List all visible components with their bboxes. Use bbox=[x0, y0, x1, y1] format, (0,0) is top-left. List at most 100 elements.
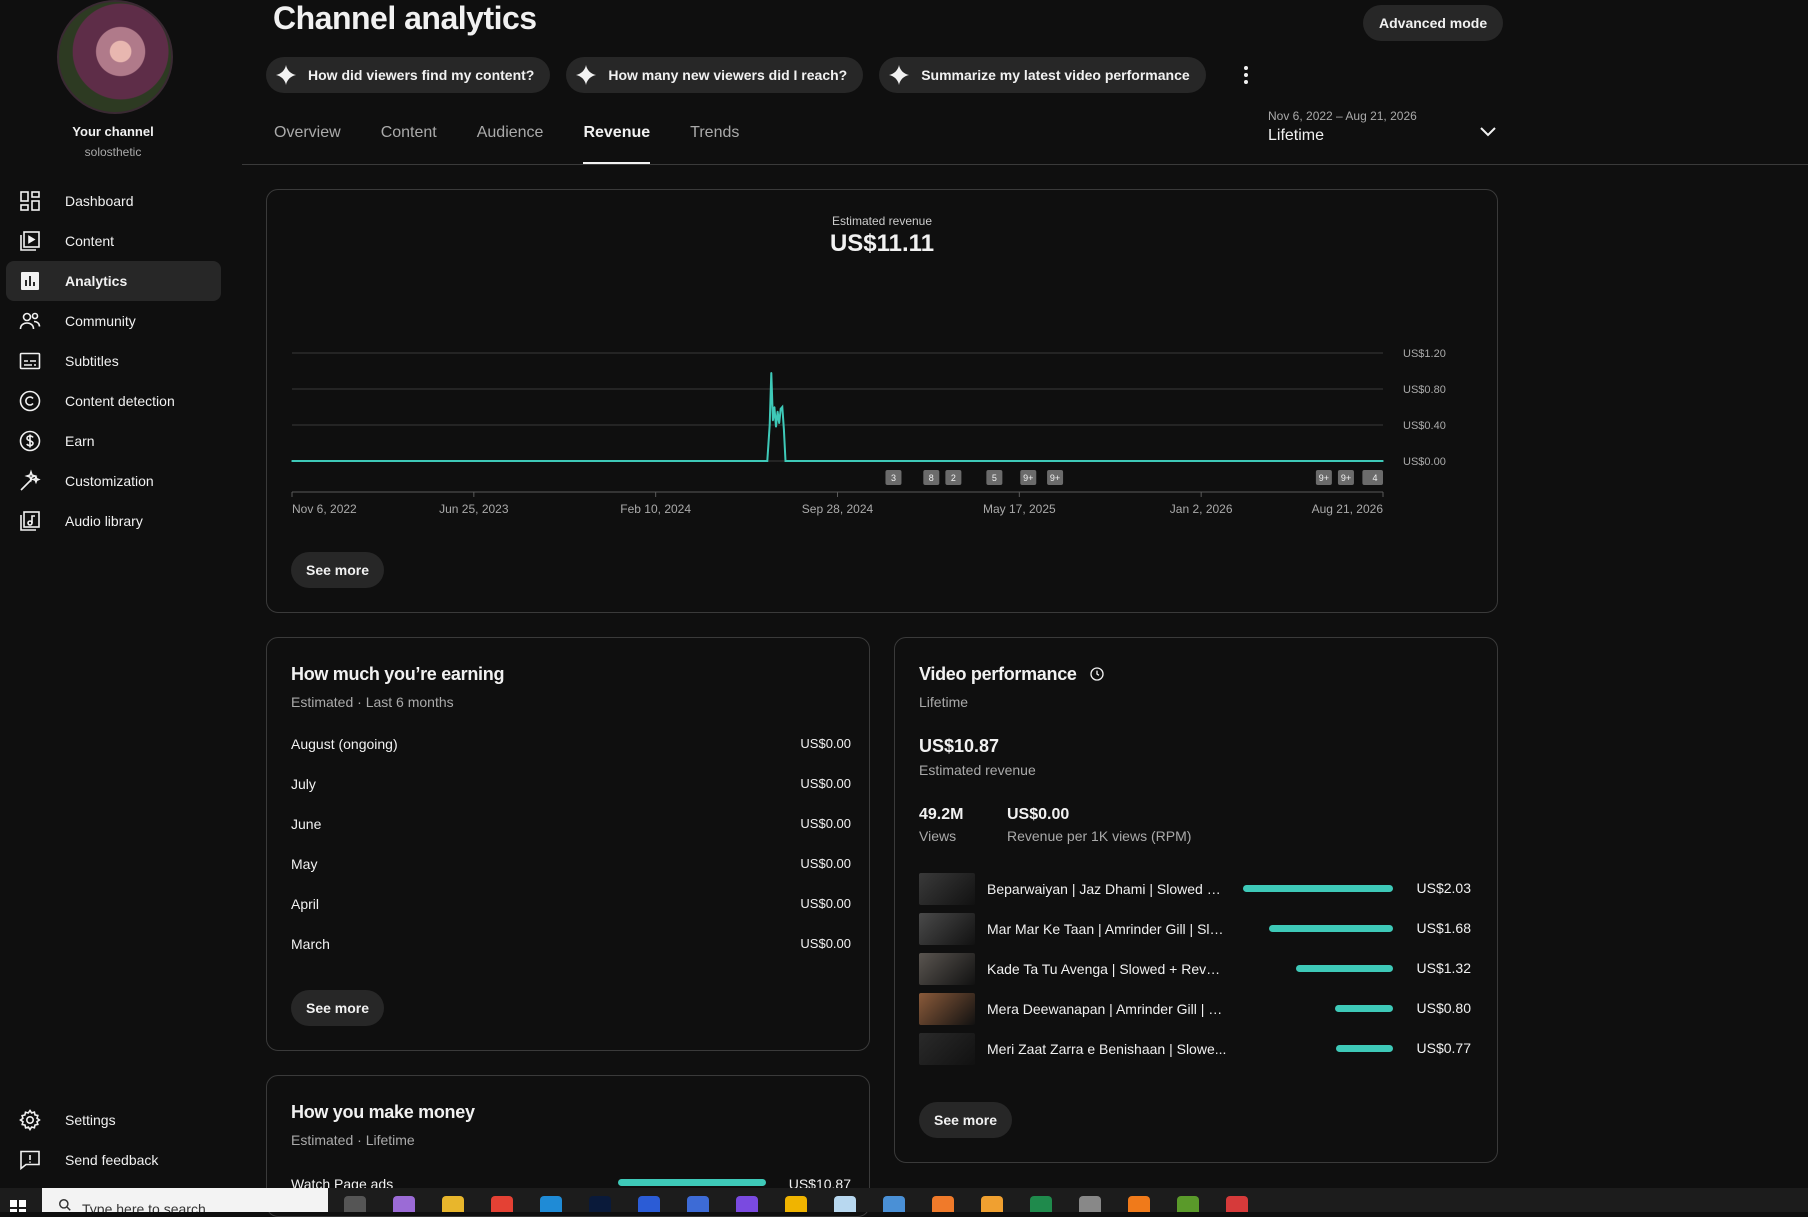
taskbar-app-icon[interactable] bbox=[589, 1196, 611, 1212]
taskbar-app-icon[interactable] bbox=[687, 1196, 709, 1212]
video-row[interactable]: Kade Ta Tu Avenga | Slowed + Rever... US$… bbox=[919, 953, 1471, 985]
analytics-icon bbox=[18, 269, 42, 293]
sidebar-item-content-detection[interactable]: Content detection bbox=[6, 381, 221, 421]
upload-marker-label: 8 bbox=[929, 473, 934, 483]
sidebar-item-dashboard[interactable]: Dashboard bbox=[6, 181, 221, 221]
video-row[interactable]: Mera Deewanapan | Amrinder Gill | Sl... U… bbox=[919, 993, 1471, 1025]
video-thumbnail bbox=[919, 913, 975, 945]
see-more-button[interactable]: See more bbox=[291, 990, 385, 1026]
x-tick-label: May 17, 2025 bbox=[983, 502, 1056, 516]
month-label: June bbox=[291, 816, 322, 832]
community-icon bbox=[18, 309, 42, 333]
tab-revenue[interactable]: Revenue bbox=[583, 124, 650, 164]
upload-marker[interactable]: 8 bbox=[923, 470, 940, 485]
earnings-row: May US$0.00 bbox=[291, 856, 851, 880]
gear-icon bbox=[18, 1108, 42, 1132]
taskbar-app-icon[interactable] bbox=[540, 1196, 562, 1212]
taskbar-app-icon[interactable] bbox=[1079, 1196, 1101, 1212]
channel-avatar[interactable] bbox=[57, 0, 173, 114]
taskbar-app-icon[interactable] bbox=[736, 1196, 758, 1212]
suggestion-chips: How did viewers find my content? How man… bbox=[266, 57, 1258, 93]
sidebar-item-earn[interactable]: Earn bbox=[6, 421, 221, 461]
tab-content[interactable]: Content bbox=[381, 124, 437, 164]
tabs-divider bbox=[242, 164, 1808, 165]
revenue-line-chart[interactable]: US$0.00 US$0.40 US$0.80 US$1.20 Nov 6, 2022 J… bbox=[267, 190, 1497, 520]
magic-wand-icon bbox=[18, 469, 42, 493]
see-more-button[interactable]: See more bbox=[919, 1102, 1013, 1138]
more-vert-icon[interactable] bbox=[1234, 63, 1258, 87]
copyright-icon bbox=[18, 389, 42, 413]
taskbar-app-icon[interactable] bbox=[1177, 1196, 1199, 1212]
dashboard-icon bbox=[18, 189, 42, 213]
sidebar-item-customization[interactable]: Customization bbox=[6, 461, 221, 501]
tab-overview[interactable]: Overview bbox=[274, 124, 341, 164]
y-tick-label: US$1.20 bbox=[1403, 348, 1446, 360]
upload-marker[interactable]: 2 bbox=[945, 470, 962, 485]
suggestion-chip[interactable]: How many new viewers did I reach? bbox=[566, 57, 864, 93]
taskbar-app-icon[interactable] bbox=[834, 1196, 856, 1212]
taskbar-app-icon[interactable] bbox=[785, 1196, 807, 1212]
sidebar-item-send-feedback[interactable]: Send feedback bbox=[6, 1140, 221, 1180]
video-revenue-bar-track bbox=[1219, 925, 1393, 933]
date-range-selector[interactable]: Nov 6, 2022 – Aug 21, 2026 Lifetime bbox=[1268, 109, 1500, 149]
windows-start-icon[interactable] bbox=[10, 1200, 26, 1212]
sidebar-item-label: Community bbox=[65, 313, 136, 329]
video-revenue-bar bbox=[1268, 925, 1393, 932]
upload-marker[interactable]: 9+ bbox=[1315, 470, 1332, 485]
video-revenue-value: US$1.68 bbox=[1416, 920, 1471, 936]
sidebar-item-label: Earn bbox=[65, 433, 95, 449]
money-subtitle: Estimated · Lifetime bbox=[291, 1132, 415, 1148]
taskbar-app-icon[interactable] bbox=[638, 1196, 660, 1212]
sidebar-item-community[interactable]: Community bbox=[6, 301, 221, 341]
taskbar-app-icon[interactable] bbox=[344, 1196, 366, 1212]
video-revenue-bar bbox=[1295, 965, 1393, 972]
upload-marker[interactable]: 9+ bbox=[1337, 470, 1354, 485]
revenue-data-point bbox=[291, 460, 293, 462]
taskbar-search[interactable]: Type here to search bbox=[42, 1188, 328, 1212]
upload-marker[interactable]: 5 bbox=[986, 470, 1003, 485]
month-label: May bbox=[291, 856, 318, 872]
taskbar-app-icon[interactable] bbox=[1226, 1196, 1248, 1212]
revenue-data-point bbox=[776, 410, 779, 413]
video-revenue-value: US$0.80 bbox=[1416, 1000, 1471, 1016]
taskbar-app-icon[interactable] bbox=[981, 1196, 1003, 1212]
tab-trends[interactable]: Trends bbox=[690, 124, 739, 164]
video-revenue-value: US$10.87 bbox=[919, 736, 1000, 756]
tab-audience[interactable]: Audience bbox=[477, 124, 544, 164]
suggestion-chip[interactable]: How did viewers find my content? bbox=[266, 57, 551, 93]
taskbar-app-icon[interactable] bbox=[491, 1196, 513, 1212]
upload-marker[interactable]: 3 bbox=[885, 470, 902, 485]
revenue-data-point bbox=[783, 428, 785, 431]
advanced-mode-button[interactable]: Advanced mode bbox=[1363, 5, 1504, 41]
y-tick-label: US$0.80 bbox=[1403, 384, 1446, 396]
earnings-row: August (ongoing) US$0.00 bbox=[291, 736, 851, 760]
upload-marker[interactable]: 9+ bbox=[1020, 470, 1037, 485]
taskbar-app-icon[interactable] bbox=[442, 1196, 464, 1212]
revenue-data-point bbox=[768, 424, 771, 426]
y-tick-label: US$0.40 bbox=[1403, 420, 1446, 432]
sidebar-item-audio-library[interactable]: Audio library bbox=[6, 501, 221, 541]
sidebar-item-analytics[interactable]: Analytics bbox=[6, 261, 221, 301]
taskbar-app-icon[interactable] bbox=[932, 1196, 954, 1212]
upload-marker[interactable]: 9+ bbox=[1047, 470, 1064, 485]
taskbar-app-icon[interactable] bbox=[883, 1196, 905, 1212]
period-label: Lifetime bbox=[1268, 127, 1325, 144]
sidebar-item-content[interactable]: Content bbox=[6, 221, 221, 261]
taskbar-app-icon[interactable] bbox=[1128, 1196, 1150, 1212]
chip-label: Summarize my latest video performance bbox=[921, 67, 1190, 83]
earnings-row: March US$0.00 bbox=[291, 936, 851, 960]
sidebar-item-label: Subtitles bbox=[65, 353, 119, 369]
sidebar-item-subtitles[interactable]: Subtitles bbox=[6, 341, 221, 381]
channel-handle: solosthetic bbox=[84, 145, 142, 159]
upload-marker[interactable]: 4 bbox=[1367, 470, 1383, 485]
taskbar-app-icon[interactable] bbox=[393, 1196, 415, 1212]
video-row[interactable]: Beparwaiyan | Jaz Dhami | Slowed + ... US… bbox=[919, 873, 1471, 905]
video-title: Kade Ta Tu Avenga | Slowed + Rever... bbox=[987, 961, 1227, 977]
video-row[interactable]: Meri Zaat Zarra e Benishaan | Slowe... US… bbox=[919, 1033, 1471, 1065]
suggestion-chip[interactable]: Summarize my latest video performance bbox=[879, 57, 1206, 93]
taskbar-app-icon[interactable] bbox=[1030, 1196, 1052, 1212]
video-row[interactable]: Mar Mar Ke Taan | Amrinder Gill | Slo...… bbox=[919, 913, 1471, 945]
earnings-title: How much you’re earning bbox=[291, 664, 505, 684]
sidebar-item-settings[interactable]: Settings bbox=[6, 1100, 221, 1140]
see-more-button[interactable]: See more bbox=[291, 552, 385, 588]
